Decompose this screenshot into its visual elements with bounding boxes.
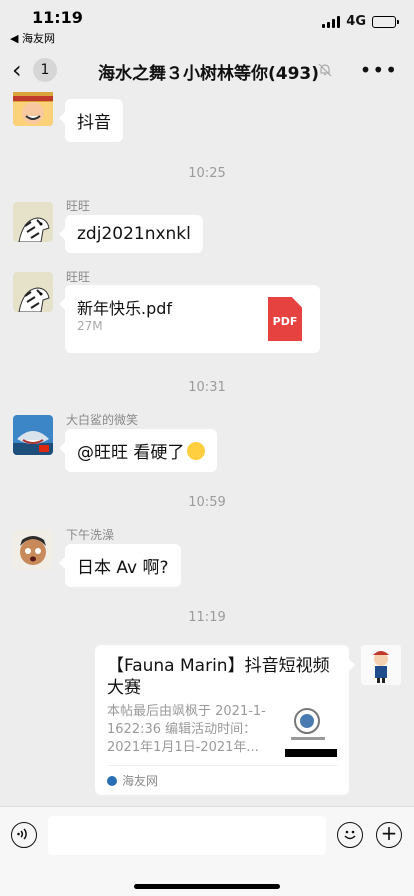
- input-bar: +: [0, 806, 414, 896]
- chat-title: 海水之舞３小树林等你(493): [98, 64, 320, 84]
- emoji-button[interactable]: [337, 822, 363, 848]
- link-thumbnail: [285, 705, 337, 757]
- message-input[interactable]: [48, 816, 326, 855]
- unread-count-badge[interactable]: 1: [33, 58, 57, 82]
- link-description: 本帖最后由飒枫于 2021-1-1622:36 编辑活动时间：2021年1月1日…: [107, 704, 266, 755]
- message-text: @旺旺 看硬了: [77, 443, 185, 463]
- avatar[interactable]: [13, 202, 53, 242]
- sender-name: 下午洗澡: [66, 528, 115, 542]
- battery-icon: [372, 15, 399, 28]
- sender-name: 旺旺: [66, 199, 91, 213]
- timestamp: 10:59: [188, 495, 226, 510]
- back-chevron-icon[interactable]: ‹: [12, 56, 22, 84]
- signal-icon: [322, 15, 341, 28]
- chat-header: ‹ 1 海水之舞３小树林等你(493) •••: [0, 48, 414, 92]
- avatar[interactable]: [13, 92, 53, 126]
- site-logo-icon: [107, 775, 117, 786]
- status-indicators: 4G: [322, 14, 399, 29]
- avatar[interactable]: [13, 272, 53, 312]
- message-bubble[interactable]: 抖音: [59, 99, 123, 142]
- voice-input-button[interactable]: [11, 822, 37, 848]
- avatar[interactable]: [13, 415, 53, 455]
- status-bar: 11:19 ◀ 海友网 4G: [0, 0, 414, 46]
- timestamp: 10:31: [188, 380, 226, 395]
- bell-off-icon: [318, 63, 332, 81]
- link-title: 【Fauna Marin】抖音短视频大赛: [107, 656, 330, 698]
- more-options-button[interactable]: •••: [360, 58, 398, 82]
- status-time: 11:19: [32, 8, 83, 27]
- file-size: 27M: [77, 319, 103, 333]
- link-card-message[interactable]: 【Fauna Marin】抖音短视频大赛 本帖最后由飒枫于 2021-1-162…: [95, 645, 355, 795]
- network-type: 4G: [346, 14, 366, 29]
- message-list: 抖音 10:25 旺旺 zdj2021nxnkl 旺旺 新年快乐.pdf 27M…: [0, 92, 414, 805]
- link-source-label: 海友网: [122, 774, 159, 788]
- message-bubble[interactable]: 日本 Av 啊?: [59, 544, 181, 587]
- sender-name: 大白鲨的微笑: [66, 413, 139, 427]
- sender-name: 旺旺: [66, 270, 91, 284]
- avatar[interactable]: [13, 530, 53, 570]
- divider: [107, 765, 337, 766]
- emoji-icon: [187, 442, 206, 460]
- timestamp: 11:19: [188, 610, 226, 625]
- timestamp: 10:25: [188, 166, 226, 181]
- file-name: 新年快乐.pdf: [77, 299, 173, 318]
- add-attachment-button[interactable]: +: [376, 822, 402, 848]
- back-to-app-link[interactable]: ◀ 海友网: [10, 30, 55, 46]
- home-indicator[interactable]: [134, 884, 280, 889]
- file-message[interactable]: 新年快乐.pdf 27M PDF: [59, 285, 320, 353]
- message-bubble[interactable]: zdj2021nxnkl: [59, 215, 203, 253]
- message-bubble[interactable]: @旺旺 看硬了: [58, 429, 218, 472]
- link-source: 海友网: [107, 772, 158, 789]
- my-avatar[interactable]: [361, 645, 401, 685]
- pdf-file-icon: PDF: [268, 297, 302, 341]
